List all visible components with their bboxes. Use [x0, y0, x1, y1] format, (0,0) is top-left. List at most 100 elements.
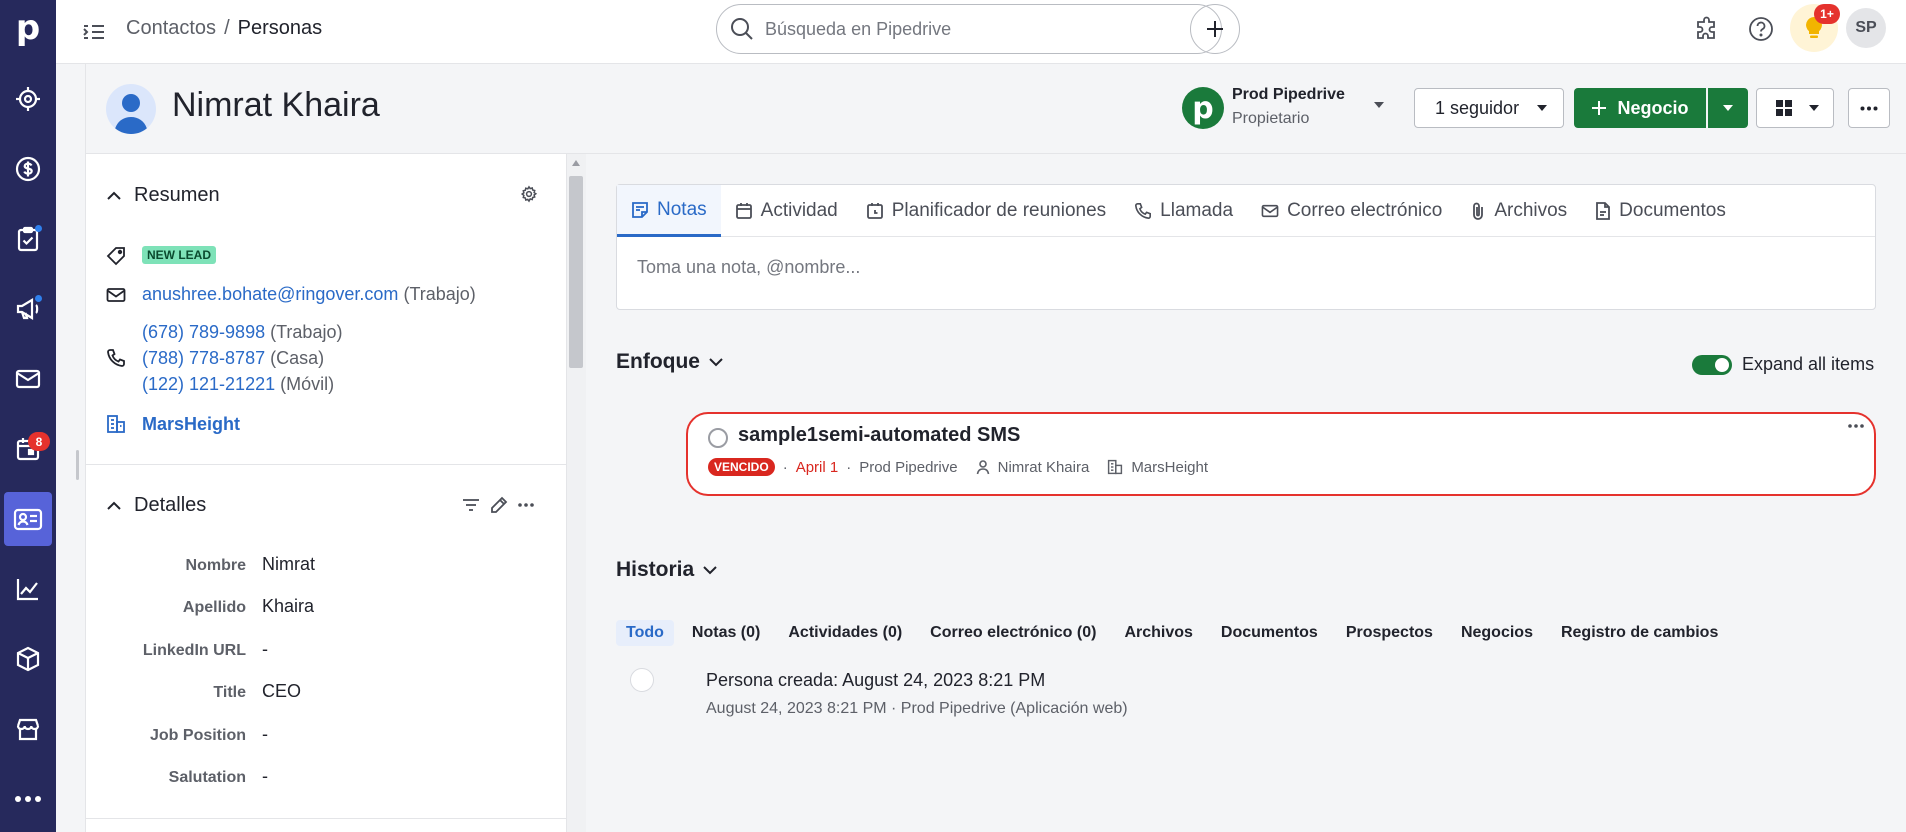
tab-call[interactable]: Llamada	[1120, 185, 1247, 237]
history-title: Historia	[616, 558, 695, 581]
pencil-icon[interactable]	[490, 496, 508, 514]
tab-documents[interactable]: Documentos	[1581, 185, 1740, 237]
scrollbar-thumb[interactable]	[569, 176, 583, 368]
filter-all[interactable]: Todo	[616, 620, 674, 646]
field-value[interactable]: -	[262, 724, 268, 745]
notification-dot	[35, 225, 42, 232]
search-box[interactable]	[716, 4, 1222, 54]
history-section-header[interactable]: Historia	[616, 558, 718, 582]
activity-card[interactable]: sample1semi-automated SMS VENCIDO · Apri…	[686, 412, 1876, 496]
filter-files[interactable]: Archivos	[1114, 620, 1202, 646]
layout-view-button[interactable]	[1756, 88, 1834, 128]
add-deal-button[interactable]: Negocio	[1574, 88, 1706, 128]
tab-activity[interactable]: Actividad	[721, 185, 852, 237]
filter-icon[interactable]	[462, 497, 480, 513]
caret-down-icon	[1721, 103, 1735, 113]
add-deal-dropdown[interactable]	[1708, 88, 1748, 128]
tab-scheduler[interactable]: Planificador de reuniones	[852, 185, 1120, 237]
field-value[interactable]: CEO	[262, 681, 301, 702]
sidebar-resize-handle[interactable]	[76, 450, 79, 480]
filter-deals[interactable]: Negocios	[1451, 620, 1543, 646]
plus-icon	[1204, 18, 1226, 40]
composer-card: Notas Actividad Planificador de reunione…	[616, 184, 1876, 310]
activity-meta: VENCIDO · April 1 · Prod Pipedrive Nimra…	[708, 458, 1208, 476]
rail-item-focus[interactable]	[4, 72, 52, 126]
phone-icon	[1134, 202, 1152, 220]
quick-add-button[interactable]	[1190, 4, 1240, 54]
activity-person-link[interactable]: Nimrat Khaira	[998, 459, 1090, 476]
extensions-puzzle-icon[interactable]	[1692, 14, 1722, 44]
scroll-up-arrow[interactable]	[572, 160, 580, 166]
filter-activities[interactable]: Actividades (0)	[778, 620, 912, 646]
followers-button[interactable]: 1 seguidor	[1414, 88, 1564, 128]
details-header[interactable]: Detalles	[106, 494, 206, 517]
more-dots-icon[interactable]	[518, 503, 534, 507]
search-input[interactable]	[765, 18, 1185, 40]
email-link[interactable]: anushree.bohate@ringover.com	[142, 284, 398, 304]
plus-icon	[1591, 100, 1607, 116]
filter-leads[interactable]: Prospectos	[1336, 620, 1443, 646]
help-icon[interactable]	[1746, 14, 1776, 44]
rail-item-insights[interactable]	[4, 562, 52, 616]
tab-notes[interactable]: Notas	[617, 185, 721, 237]
tab-email[interactable]: Correo electrónico	[1247, 185, 1456, 237]
note-input[interactable]	[637, 257, 1837, 278]
rail-item-mail[interactable]	[4, 352, 52, 406]
phone-link[interactable]: (122) 121-21221	[142, 374, 275, 394]
lead-label-badge[interactable]: NEW LEAD	[142, 246, 216, 264]
user-avatar[interactable]: SP	[1846, 8, 1886, 48]
rail-item-activities[interactable]	[4, 212, 52, 266]
field-label: LinkedIn URL	[142, 642, 246, 659]
toggle-switch[interactable]	[1692, 354, 1732, 375]
email-type: (Trabajo)	[403, 284, 476, 304]
phone-link[interactable]: (788) 778-8787	[142, 348, 265, 368]
menu-toggle-icon[interactable]	[80, 18, 108, 46]
phone-line: (788) 778-8787 (Casa)	[142, 348, 324, 369]
caret-down-icon	[1807, 103, 1821, 113]
breadcrumb-parent[interactable]: Contactos	[126, 17, 216, 39]
field-value[interactable]: Nimrat	[262, 554, 315, 575]
filter-email[interactable]: Correo electrónico (0)	[920, 620, 1106, 646]
expand-all-toggle[interactable]: Expand all items	[1692, 354, 1874, 375]
more-dots-icon	[1860, 106, 1878, 111]
activity-done-checkbox[interactable]	[708, 428, 728, 448]
tab-label: Archivos	[1494, 200, 1568, 221]
activity-org-link[interactable]: MarsHeight	[1131, 459, 1208, 476]
phone-link[interactable]: (678) 789-9898	[142, 322, 265, 342]
rail-item-contacts[interactable]	[4, 492, 52, 546]
phone-type: (Trabajo)	[270, 322, 343, 342]
field-label: Apellido	[182, 599, 246, 616]
focus-section-header[interactable]: Enfoque	[616, 350, 724, 374]
field-label: Salutation	[168, 769, 246, 786]
person-name[interactable]: Nimrat Khaira	[172, 86, 380, 125]
rail-item-more[interactable]	[4, 772, 52, 826]
tab-files[interactable]: Archivos	[1456, 185, 1581, 237]
owner-selector[interactable]: p Prod Pipedrive Propietario	[1182, 84, 1397, 134]
summary-header[interactable]: Resumen	[106, 184, 220, 207]
filter-notes[interactable]: Notas (0)	[682, 620, 770, 646]
pipedrive-logo[interactable]: p	[0, 0, 56, 56]
history-event-meta: August 24, 2023 8:21 PM · Prod Pipedrive…	[706, 700, 1128, 717]
rail-item-marketplace[interactable]	[4, 702, 52, 756]
contact-card-icon	[13, 505, 43, 533]
target-icon	[14, 85, 42, 113]
field-value[interactable]: -	[262, 766, 268, 787]
more-dots-icon[interactable]	[1848, 424, 1864, 428]
mail-icon	[106, 286, 126, 304]
organization-link[interactable]: MarsHeight	[142, 414, 240, 435]
rail-item-calendar[interactable]: 8	[4, 422, 52, 476]
activity-title[interactable]: sample1semi-automated SMS	[738, 424, 1020, 447]
rail-item-campaigns[interactable]	[4, 282, 52, 336]
meta-separator: ·	[846, 458, 852, 476]
filter-documents[interactable]: Documentos	[1211, 620, 1328, 646]
field-value[interactable]: Khaira	[262, 596, 314, 617]
field-value[interactable]: -	[262, 639, 268, 660]
more-actions-button[interactable]	[1848, 88, 1890, 128]
rail-item-products[interactable]	[4, 632, 52, 686]
meta-separator: ·	[782, 458, 788, 476]
rail-item-deals[interactable]	[4, 142, 52, 196]
add-deal-label: Negocio	[1617, 97, 1689, 118]
activity-owner: Prod Pipedrive	[859, 458, 958, 476]
filter-changelog[interactable]: Registro de cambios	[1551, 620, 1728, 646]
gear-icon[interactable]	[520, 185, 538, 203]
